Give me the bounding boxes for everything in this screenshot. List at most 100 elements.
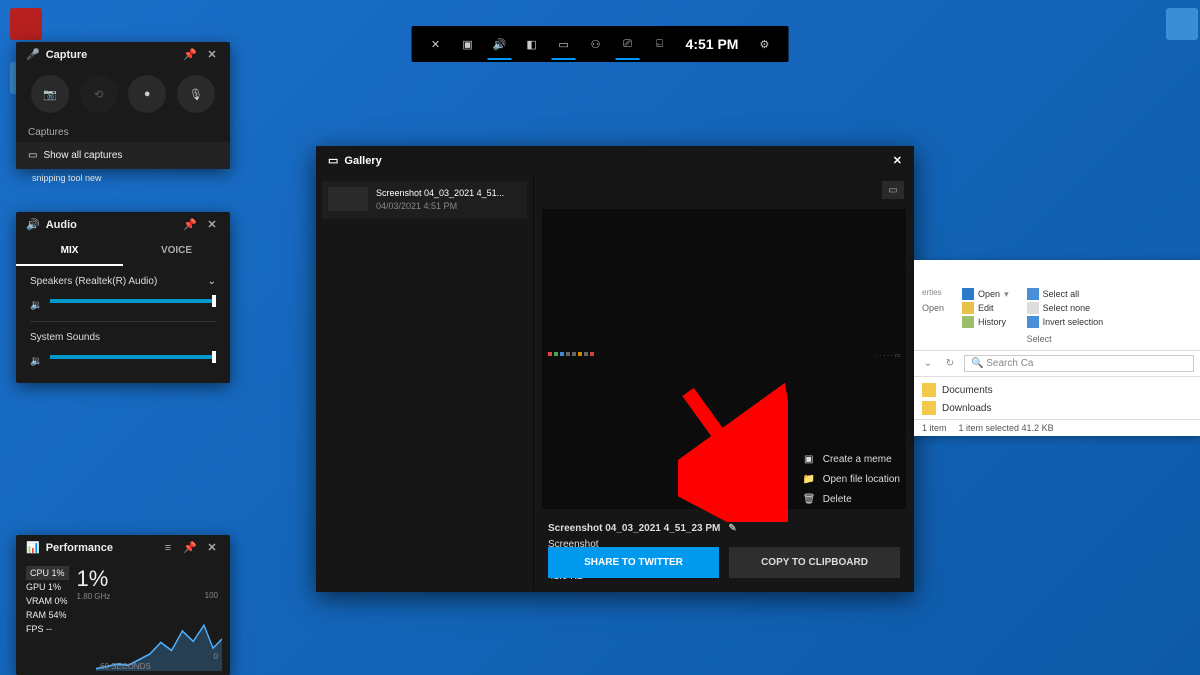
performance-icon[interactable]: ◧	[516, 28, 548, 60]
desktop-icons-right	[1160, 4, 1200, 62]
nav-dropdown-icon[interactable]: ⌄	[920, 358, 936, 369]
perf-chart: 100 0 60 SECONDS	[96, 591, 222, 671]
gallery-actions: ▣Create a meme 📁Open file location 🗑Dele…	[803, 450, 900, 510]
gallery-icon: ▭	[328, 154, 338, 167]
system-volume-slider[interactable]	[50, 355, 216, 359]
gallery-sidebar: Screenshot 04_03_2021 4_51... 04/03/2021…	[316, 175, 534, 589]
xbox-icon[interactable]: ✕	[420, 28, 452, 60]
perf-metrics-list: CPU 1% GPU 1% VRAM 0% RAM 54% FPS --	[26, 566, 69, 636]
performance-panel: 📊 Performance ≡ 📌 ✕ CPU 1% GPU 1% VRAM 0…	[16, 535, 230, 675]
perf-ram[interactable]: RAM 54%	[26, 608, 69, 622]
file-explorer-window: erties Open Open ▾ Edit History Select a…	[914, 260, 1200, 436]
search-input[interactable]: 🔍 Search Ca	[964, 355, 1194, 372]
ribbon-group-select-label: Select	[1027, 334, 1104, 344]
tree-item-downloads[interactable]: Downloads	[922, 399, 1192, 417]
options-icon[interactable]: ≡	[160, 542, 176, 554]
share-to-twitter-button[interactable]: SHARE TO TWITTER	[548, 547, 719, 578]
thumbnail-name: Screenshot 04_03_2021 4_51...	[376, 187, 504, 200]
audio-panel: 🔊 Audio 📌 ✕ MIX VOICE Speakers (Realtek(…	[16, 212, 230, 383]
ribbon-select-none-button[interactable]: Select none	[1027, 302, 1104, 314]
perf-icon: 📊	[26, 541, 40, 554]
create-meme-button[interactable]: ▣Create a meme	[803, 450, 900, 470]
explorer-tree: Documents Downloads	[914, 377, 1200, 419]
delete-button[interactable]: 🗑Delete	[803, 490, 900, 510]
tree-item-documents[interactable]: Documents	[922, 381, 1192, 399]
record-button[interactable]: ●	[128, 75, 166, 113]
copy-to-clipboard-button[interactable]: COPY TO CLIPBOARD	[729, 547, 900, 578]
tab-voice[interactable]: VOICE	[123, 237, 230, 266]
thumbnail-image	[328, 187, 368, 211]
ribbon-select-all-button[interactable]: Select all	[1027, 288, 1104, 300]
gallery-main: ▭ · · · · · ▭ Screenshot 04_03_2021 4_51…	[534, 175, 914, 589]
perf-xlabel: 60 SECONDS	[100, 662, 151, 671]
close-icon[interactable]: ✕	[204, 218, 220, 231]
social-icon[interactable]: ⚇	[580, 28, 612, 60]
chevron-down-icon[interactable]: ⌄	[208, 276, 216, 287]
ribbon-group-select: Select all Select none Invert selection …	[1027, 288, 1104, 344]
perf-vram[interactable]: VRAM 0%	[26, 594, 69, 608]
pin-icon[interactable]: 📌	[182, 218, 198, 231]
show-all-captures-button[interactable]: ▭ Show all captures	[16, 142, 230, 169]
divider	[30, 321, 216, 322]
speaker-icon: 🔉	[30, 300, 42, 311]
audio-icon[interactable]: 🔊	[484, 28, 516, 60]
widgets-icon[interactable]: ▣	[452, 28, 484, 60]
pin-icon[interactable]: 📌	[182, 541, 198, 554]
image-icon: ▣	[803, 450, 815, 470]
meta-filename: Screenshot 04_03_2021 4_51_23 PM	[548, 521, 720, 537]
mic-toggle-button[interactable]: 🎙	[177, 75, 215, 113]
speaker-icon: 🔉	[30, 356, 42, 367]
gallery-title: Gallery	[344, 155, 381, 167]
ribbon-history-button[interactable]: History	[962, 316, 1009, 328]
show-all-label: Show all captures	[43, 150, 122, 161]
master-volume-slider[interactable]	[50, 299, 216, 303]
ribbon-group-open-label: Open	[922, 303, 944, 313]
pin-icon[interactable]: 📌	[182, 48, 198, 61]
ribbon-open-button[interactable]: Open ▾	[962, 288, 1009, 300]
gallery-window: ▭ Gallery ✕ Screenshot 04_03_2021 4_51..…	[316, 146, 914, 592]
status-item-count: 1 item	[922, 423, 947, 433]
expand-icon[interactable]: ▭	[882, 181, 904, 199]
perf-cpu[interactable]: CPU 1%	[26, 566, 69, 580]
capture-title: Capture	[46, 49, 88, 61]
properties-label[interactable]: erties	[922, 288, 944, 297]
close-icon[interactable]: ✕	[893, 154, 902, 167]
ribbon-edit-button[interactable]: Edit	[962, 302, 1009, 314]
overlay-icon[interactable]: ⎚	[612, 28, 644, 60]
desktop-icon[interactable]	[1160, 8, 1200, 58]
folder-icon: 📁	[803, 470, 815, 490]
tab-mix[interactable]: MIX	[16, 237, 123, 266]
captures-label: Captures	[16, 121, 230, 142]
gallery-thumbnail-item[interactable]: Screenshot 04_03_2021 4_51... 04/03/2021…	[322, 181, 527, 219]
status-selection: 1 item selected 41.2 KB	[959, 423, 1054, 433]
close-icon[interactable]: ✕	[204, 48, 220, 61]
close-icon[interactable]: ✕	[204, 541, 220, 554]
perf-main-value: 1%	[77, 566, 111, 592]
volume-icon: 🔊	[26, 218, 40, 231]
system-sounds-label: System Sounds	[30, 332, 100, 343]
ribbon-invert-button[interactable]: Invert selection	[1027, 316, 1104, 328]
thumbnail-date: 04/03/2021 4:51 PM	[376, 200, 504, 213]
mic-indicator-icon: 🎤	[26, 48, 40, 61]
screenshot-button[interactable]: 📷	[31, 75, 69, 113]
capture-panel: 🎤 Capture 📌 ✕ 📷 ⟲ ● 🎙 Captures ▭ Show al…	[16, 42, 230, 169]
clock: 4:51 PM	[676, 36, 749, 52]
trash-icon: 🗑	[803, 490, 815, 510]
gallery-icon: ▭	[28, 150, 37, 161]
game-bar-toolbar: ✕ ▣ 🔊 ◧ ▭ ⚇ ⎚ ⍇ 4:51 PM ⚙	[412, 26, 789, 62]
capture-icon[interactable]: ▭	[548, 28, 580, 60]
desktop-icon-label: snipping tool new	[32, 173, 102, 183]
open-file-location-button[interactable]: 📁Open file location	[803, 470, 900, 490]
perf-fps[interactable]: FPS --	[26, 622, 69, 636]
refresh-icon[interactable]: ↻	[942, 358, 958, 369]
record-last-button[interactable]: ⟲	[80, 75, 118, 113]
explorer-statusbar: 1 item 1 item selected 41.2 KB	[914, 419, 1200, 436]
output-device-label: Speakers (Realtek(R) Audio)	[30, 276, 157, 287]
performance-title: Performance	[46, 542, 113, 554]
edit-name-icon[interactable]: ✎	[728, 521, 736, 537]
device-icon[interactable]: ⍇	[644, 28, 676, 60]
settings-icon[interactable]: ⚙	[748, 28, 780, 60]
perf-gpu[interactable]: GPU 1%	[26, 580, 69, 594]
perf-scale-max: 100	[205, 591, 218, 600]
ribbon-group-open-items: Open ▾ Edit History	[962, 288, 1009, 344]
